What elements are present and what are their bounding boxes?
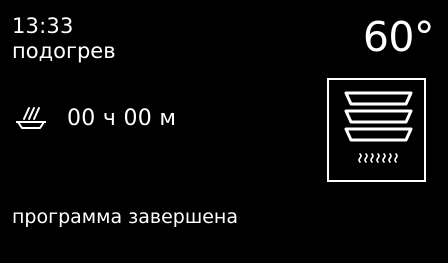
oven-display: 13:33 подогрев 60° 00 ч 00 м программа з… (0, 0, 448, 263)
mode-label: подогрев (12, 39, 116, 63)
oven-mode-panel[interactable] (327, 78, 426, 182)
timer-display[interactable]: 00 ч 00 м (67, 106, 176, 132)
clock: 13:33 (12, 14, 74, 38)
temperature-display[interactable]: 60° (363, 15, 435, 59)
stacked-plates-bottom-heat-icon (344, 91, 413, 163)
plate-warming-icon (16, 107, 46, 129)
status-message: программа завершена (12, 206, 238, 228)
